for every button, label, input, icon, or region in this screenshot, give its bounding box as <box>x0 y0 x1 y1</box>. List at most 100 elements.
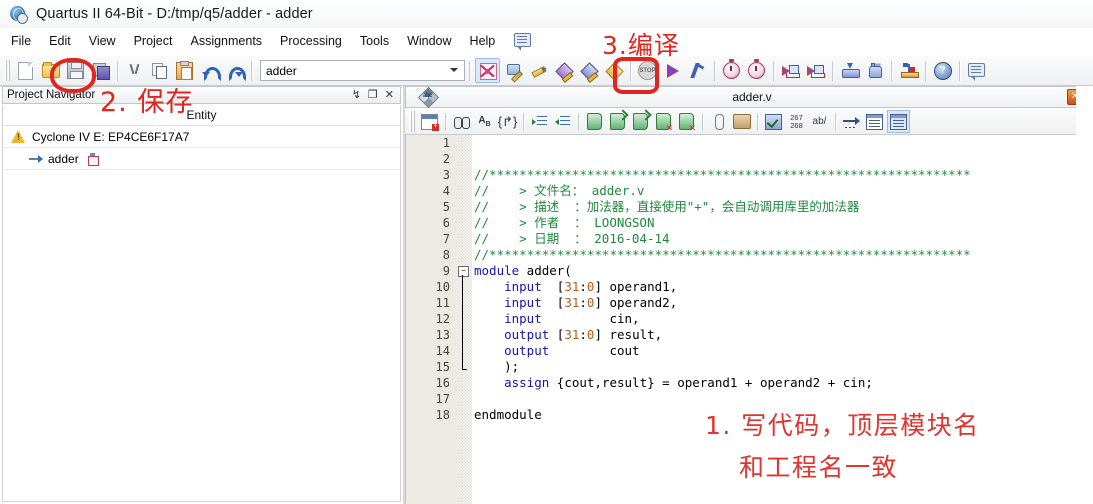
analysis-synthesis-button[interactable] <box>686 59 709 82</box>
toolbar-separator <box>578 112 579 131</box>
start-compilation-report-button[interactable] <box>475 58 500 83</box>
annotation-save-label: 2. 保存 <box>100 87 194 118</box>
code-text[interactable]: input cin, <box>474 311 639 327</box>
find-button[interactable] <box>451 111 472 132</box>
toolbar-separator <box>702 112 703 131</box>
menu-view[interactable]: View <box>80 32 125 50</box>
code-text[interactable]: // > 文件名： adder.v <box>474 183 644 199</box>
floorplan-button[interactable] <box>577 59 600 83</box>
full-screen-button[interactable] <box>887 110 910 133</box>
menu-help[interactable]: Help <box>461 32 505 50</box>
line-number: 7 <box>442 232 450 246</box>
menu-window[interactable]: Window <box>398 32 460 50</box>
cut-button[interactable] <box>123 59 146 82</box>
code-text[interactable]: ); <box>474 359 519 375</box>
line-number: 15 <box>435 360 450 374</box>
restore-panel-button[interactable]: ❐ <box>368 89 378 101</box>
entity-column-header[interactable]: Entity <box>3 105 400 126</box>
insert-file-button[interactable] <box>731 111 752 132</box>
simulation-out-button[interactable] <box>804 59 827 82</box>
pin-panel-button[interactable]: ↯ <box>352 89 361 101</box>
paste-button[interactable] <box>173 59 196 82</box>
annotation-code-note: 1. 写代码，顶层模块名 和工程名一致 <box>705 405 980 489</box>
menu-edit[interactable]: Edit <box>40 32 80 50</box>
jump-button[interactable] <box>841 111 862 132</box>
word-wrap-button[interactable]: ab/ <box>809 111 830 132</box>
line-number: 4 <box>442 184 450 198</box>
menu-assignments[interactable]: Assignments <box>181 32 271 50</box>
code-text[interactable]: //**************************************… <box>474 167 971 183</box>
code-text[interactable]: output [31:0] result, <box>474 327 662 343</box>
code-text[interactable]: input [31:0] operand2, <box>474 295 677 311</box>
bookmark-clear-button[interactable] <box>653 111 674 133</box>
settings-button[interactable] <box>502 59 525 83</box>
replace-button[interactable]: AB <box>474 111 495 132</box>
toolbar-separator <box>445 112 446 131</box>
code-text[interactable]: endmodule <box>474 407 542 423</box>
code-line: 16 assign {cout,result} = operand1 + ope… <box>406 375 1093 391</box>
bookmark-toggle-button[interactable] <box>584 111 605 132</box>
close-panel-button[interactable]: ✕ <box>385 89 394 101</box>
menu-tools[interactable]: Tools <box>351 32 398 50</box>
bookmark-next-button[interactable] <box>607 111 628 132</box>
code-line: 14 output cout <box>406 343 1093 359</box>
timequest-button[interactable] <box>745 59 768 82</box>
toolbar-separator <box>757 112 758 131</box>
warning-triangle-icon <box>11 130 26 143</box>
simulation-in-button[interactable] <box>779 59 802 82</box>
project-combo[interactable]: adder <box>260 60 465 81</box>
line-number: 18 <box>435 408 450 422</box>
table-row[interactable]: adder <box>3 148 400 170</box>
code-text[interactable]: //**************************************… <box>474 247 971 263</box>
bookmark-prev-button[interactable] <box>630 111 651 132</box>
toolbar-separator <box>773 60 774 81</box>
paperclip-icon[interactable] <box>708 111 729 132</box>
code-text[interactable]: // > 作者 ： LOONGSON <box>474 215 655 231</box>
line-number: 13 <box>435 328 450 342</box>
line-number: 10 <box>435 280 450 294</box>
assignment-editor-button[interactable] <box>527 59 550 82</box>
increase-indent-button[interactable] <box>529 111 550 132</box>
pin-planner-button[interactable] <box>552 59 575 83</box>
chip-icon <box>86 152 99 166</box>
chevron-down-icon[interactable] <box>446 63 462 77</box>
toolbar-separator <box>835 112 836 131</box>
editor-toolbar: + AB {↱} 267 268 a <box>405 109 1093 135</box>
code-text[interactable]: output cout <box>474 343 639 359</box>
code-text[interactable]: input [31:0] operand1, <box>474 279 677 295</box>
pin-tool-button[interactable] <box>897 59 920 82</box>
help-button[interactable]: ? <box>931 59 954 82</box>
line-number: 6 <box>442 216 450 230</box>
tab-adder-v[interactable]: adder.v <box>732 90 771 104</box>
project-navigator-panel: Project Navigator ↯ ❐ ✕ Entity Cyclone I… <box>0 86 403 504</box>
code-text[interactable]: module adder( <box>474 263 572 279</box>
split-pane-button[interactable] <box>864 111 885 132</box>
decrease-indent-button[interactable] <box>552 111 573 132</box>
copy-button[interactable] <box>148 59 171 82</box>
undo-button[interactable] <box>198 59 221 82</box>
annotation-oval-save <box>50 58 96 93</box>
signaltap-button[interactable] <box>863 59 886 82</box>
menu-project[interactable]: Project <box>125 32 182 50</box>
code-text[interactable]: // > 描述 ：加法器，直接使用"+"，会自动调用库里的加法器 <box>474 199 859 215</box>
timing-analyzer-button[interactable] <box>720 59 743 82</box>
goto-line-button[interactable]: {↱} <box>497 111 518 132</box>
bookmark-clear-all-button[interactable] <box>676 111 697 133</box>
new-text-file-button[interactable]: + <box>419 111 440 132</box>
new-file-button[interactable] <box>14 59 37 82</box>
table-row[interactable]: Cyclone IV E: EP4CE6F17A7 <box>3 126 400 148</box>
code-text[interactable]: // > 日期 ： 2016-04-14 <box>474 231 670 247</box>
redo-button[interactable] <box>223 59 246 82</box>
message-button[interactable] <box>965 59 988 82</box>
check-syntax-button[interactable] <box>763 111 784 132</box>
programmer-button[interactable] <box>838 59 861 82</box>
code-line: 6 // > 作者 ： LOONGSON <box>406 215 1093 231</box>
menu-file[interactable]: File <box>2 32 40 50</box>
toolbar-grip[interactable] <box>4 60 10 81</box>
code-text[interactable]: assign {cout,result} = operand1 + operan… <box>474 375 873 391</box>
start-compilation-button[interactable] <box>661 59 684 82</box>
menu-processing[interactable]: Processing <box>271 32 351 50</box>
speech-bubble-icon[interactable] <box>514 33 532 51</box>
toolbar-grip[interactable] <box>409 111 415 132</box>
line-numbers-button[interactable]: 267 268 <box>786 111 807 132</box>
